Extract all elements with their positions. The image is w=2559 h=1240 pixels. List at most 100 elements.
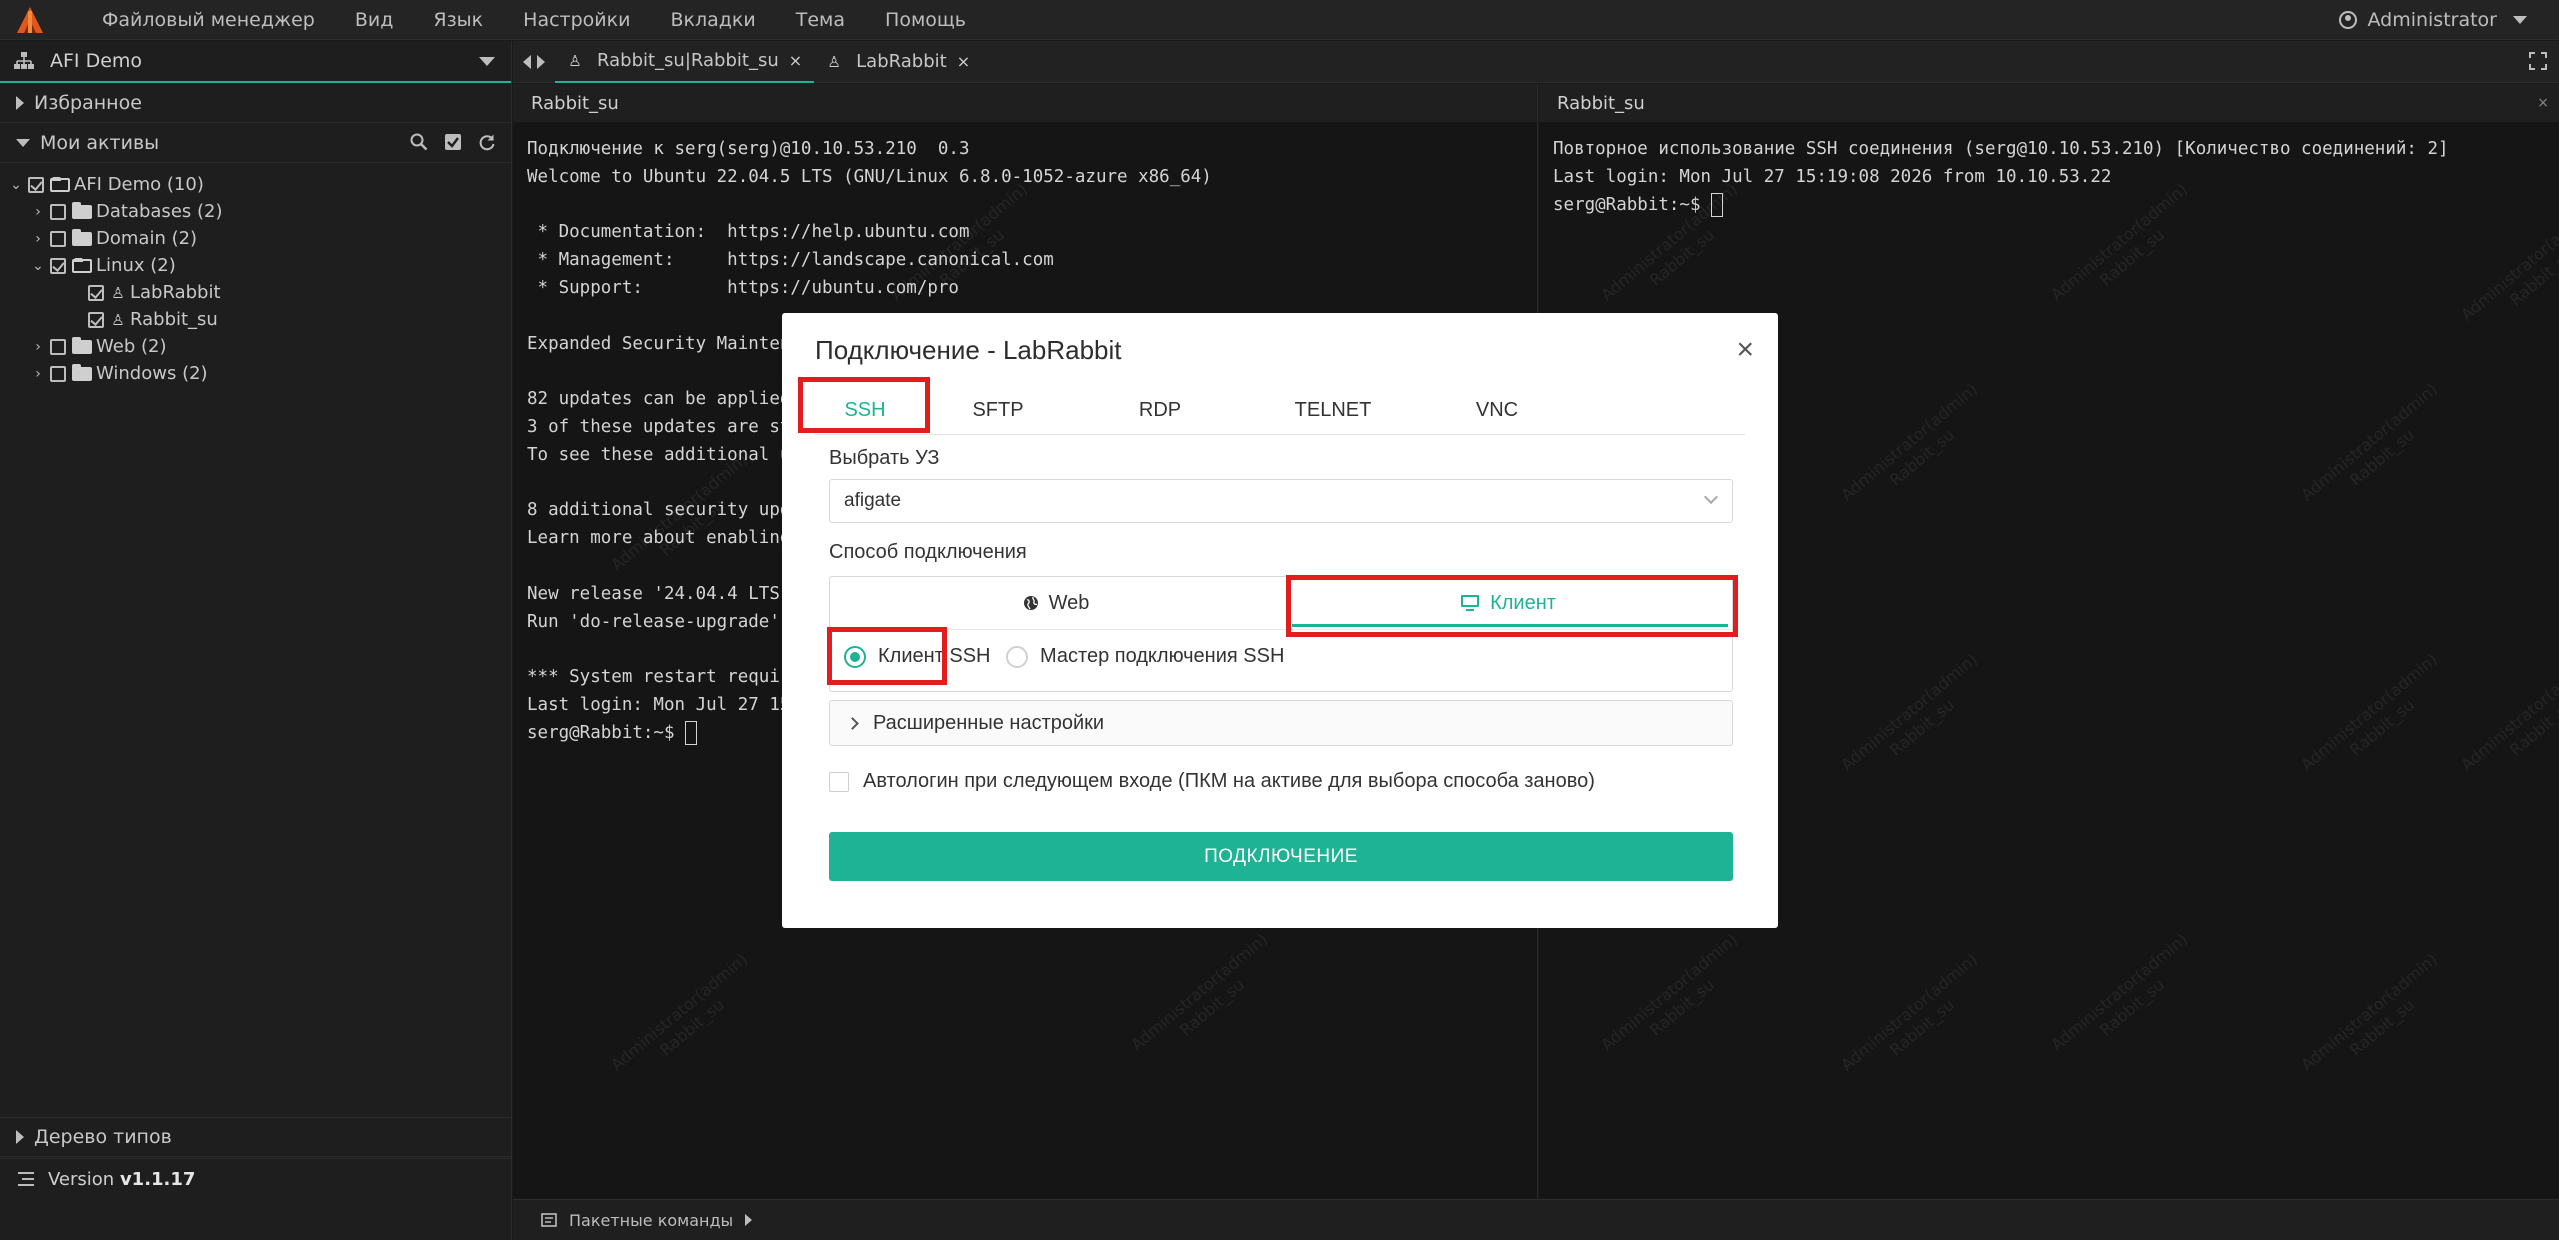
method-web-button[interactable]: Web [830,577,1282,629]
method-client-label: Клиент [1490,591,1556,614]
tab-scroll-right-icon[interactable] [537,54,545,69]
select-all-icon[interactable] [443,133,463,153]
refresh-icon[interactable] [477,133,497,153]
user-menu[interactable]: Administrator [2339,0,2527,40]
chevron-right-icon[interactable]: › [32,339,44,355]
folder-icon [72,363,92,381]
linux-icon: ♙ [568,51,582,70]
checkbox[interactable] [50,338,66,355]
tree-node-labrabbit[interactable]: ♙ LabRabbit [0,279,511,306]
autologin-checkbox[interactable] [829,771,849,792]
chevron-down-icon [1703,489,1719,505]
my-assets-label: Мои активы [40,131,160,154]
tree-node-label: Web (2) [96,336,167,357]
chevron-right-icon[interactable]: › [32,366,44,382]
tree-node-rabbit-su[interactable]: ♙ Rabbit_su [0,306,511,333]
chevron-right-icon[interactable]: › [32,204,44,220]
tab-rdp[interactable]: RDP [1110,385,1210,435]
chevron-down-icon[interactable]: ⌄ [32,258,44,274]
terminal-prompt: serg@Rabbit:~$ [1553,194,1712,215]
type-tree-section[interactable]: Дерево типов [0,1117,512,1157]
asset-group-value: AFI Demo [50,50,143,72]
connection-method: Web Клиент Клиент SSH Мастер подключения… [829,576,1733,692]
checkbox[interactable] [50,230,66,247]
menubar: Файловый менеджер Вид Язык Настройки Вкл… [0,0,2559,40]
pane-header: Rabbit_su [513,84,1537,122]
tree-node-web[interactable]: › Web (2) [0,333,511,360]
tab-vnc[interactable]: VNC [1447,385,1547,435]
method-client-button[interactable]: Клиент [1282,577,1734,629]
terminal-line: Last login: Mon Jul 27 15:19:08 2026 fro… [1553,166,2112,187]
menu-tabs[interactable]: Вкладки [670,9,755,31]
user-icon [2339,11,2358,29]
search-icon[interactable] [409,133,429,153]
tab-rabbit-su[interactable]: ♙ Rabbit_su|Rabbit_su × [555,41,815,83]
favorites-section[interactable]: Избранное [0,83,511,123]
advanced-settings-toggle[interactable]: Расширенные настройки [829,700,1733,746]
account-label: Выбрать УЗ [829,447,940,469]
chevron-right-icon[interactable]: › [32,231,44,247]
batch-icon [541,1213,557,1227]
tree-node-windows[interactable]: › Windows (2) [0,360,511,387]
radio-checked-icon[interactable] [844,645,866,668]
batch-commands-label[interactable]: Пакетные команды [569,1211,733,1230]
my-assets-section[interactable]: Мои активы [0,123,511,163]
tree-node-domain[interactable]: › Domain (2) [0,225,511,252]
fullscreen-icon[interactable] [2529,51,2547,75]
divider [830,629,1732,630]
tree-node-label: LabRabbit [130,282,221,303]
chevron-right-icon [846,716,859,730]
terminal-cursor [1711,192,1724,217]
tab-ssh[interactable]: SSH [815,385,915,435]
list-icon [18,1172,34,1186]
tab-close-icon[interactable]: × [957,52,970,71]
tab-label: Rabbit_su|Rabbit_su [597,50,779,71]
tree-node-label: Linux (2) [96,255,176,276]
chevron-down-icon[interactable]: ⌄ [10,177,22,193]
menu-settings[interactable]: Настройки [523,9,630,31]
connection-dialog: Подключение - LabRabbit × SSH SFTP RDP T… [782,313,1778,928]
tree-node-linux[interactable]: ⌄ Linux (2) [0,252,511,279]
pane-close-icon[interactable]: × [2537,95,2549,111]
terminal-output[interactable]: Повторное использование SSH соединения (… [1539,122,2559,233]
tab-telnet[interactable]: TELNET [1273,385,1393,435]
radio-ssh-wizard[interactable]: Мастер подключения SSH [1006,645,1284,668]
checkbox[interactable] [28,176,44,193]
checkbox[interactable] [50,257,66,274]
connect-button[interactable]: ПОДКЛЮЧЕНИЕ [829,832,1733,881]
globe-icon [1023,596,1038,610]
autologin-option[interactable]: Автологин при следующем входе (ПКМ на ак… [829,770,1595,793]
radio-unchecked-icon[interactable] [1006,645,1028,668]
menu-language[interactable]: Язык [433,9,483,31]
checkbox[interactable] [88,311,104,328]
menu-theme[interactable]: Тема [796,9,845,31]
checkbox[interactable] [50,365,66,382]
linux-icon: ♙ [111,310,125,329]
tree-node-afi-demo[interactable]: ⌄ AFI Demo (10) [0,171,511,198]
menu-view[interactable]: Вид [355,9,394,31]
tree-node-databases[interactable]: › Databases (2) [0,198,511,225]
pane-title: Rabbit_su [1557,92,1645,114]
folder-icon [72,201,92,219]
checkbox[interactable] [50,203,66,220]
app-logo-icon[interactable] [0,0,60,40]
menu-help[interactable]: Помощь [885,9,966,31]
dropdown-caret-icon [479,57,495,66]
expand-icon[interactable] [745,1214,753,1226]
radio-client-ssh[interactable]: Клиент SSH [844,645,991,668]
protocol-tabs: SSH SFTP RDP TELNET VNC [815,385,1745,435]
autologin-label: Автологин при следующем входе (ПКМ на ак… [863,770,1595,792]
account-select[interactable]: afigate [829,479,1733,523]
close-icon[interactable]: × [1736,335,1754,365]
expand-icon [16,1130,24,1144]
tab-close-icon[interactable]: × [789,51,802,70]
menu-file-manager[interactable]: Файловый менеджер [102,9,315,31]
tab-labrabbit[interactable]: ♙ LabRabbit × [814,41,982,83]
terminal-line: Welcome to Ubuntu 22.04.5 LTS (GNU/Linux… [527,166,1212,187]
tab-sftp[interactable]: SFTP [948,385,1048,435]
version-bar: Version v1.1.17 [0,1158,512,1199]
sidebar: AFI Demo Избранное Мои активы ⌄ AFI Demo… [0,41,512,1240]
checkbox[interactable] [88,284,104,301]
asset-group-select[interactable]: AFI Demo [0,41,511,83]
tab-scroll-left-icon[interactable] [523,54,531,69]
